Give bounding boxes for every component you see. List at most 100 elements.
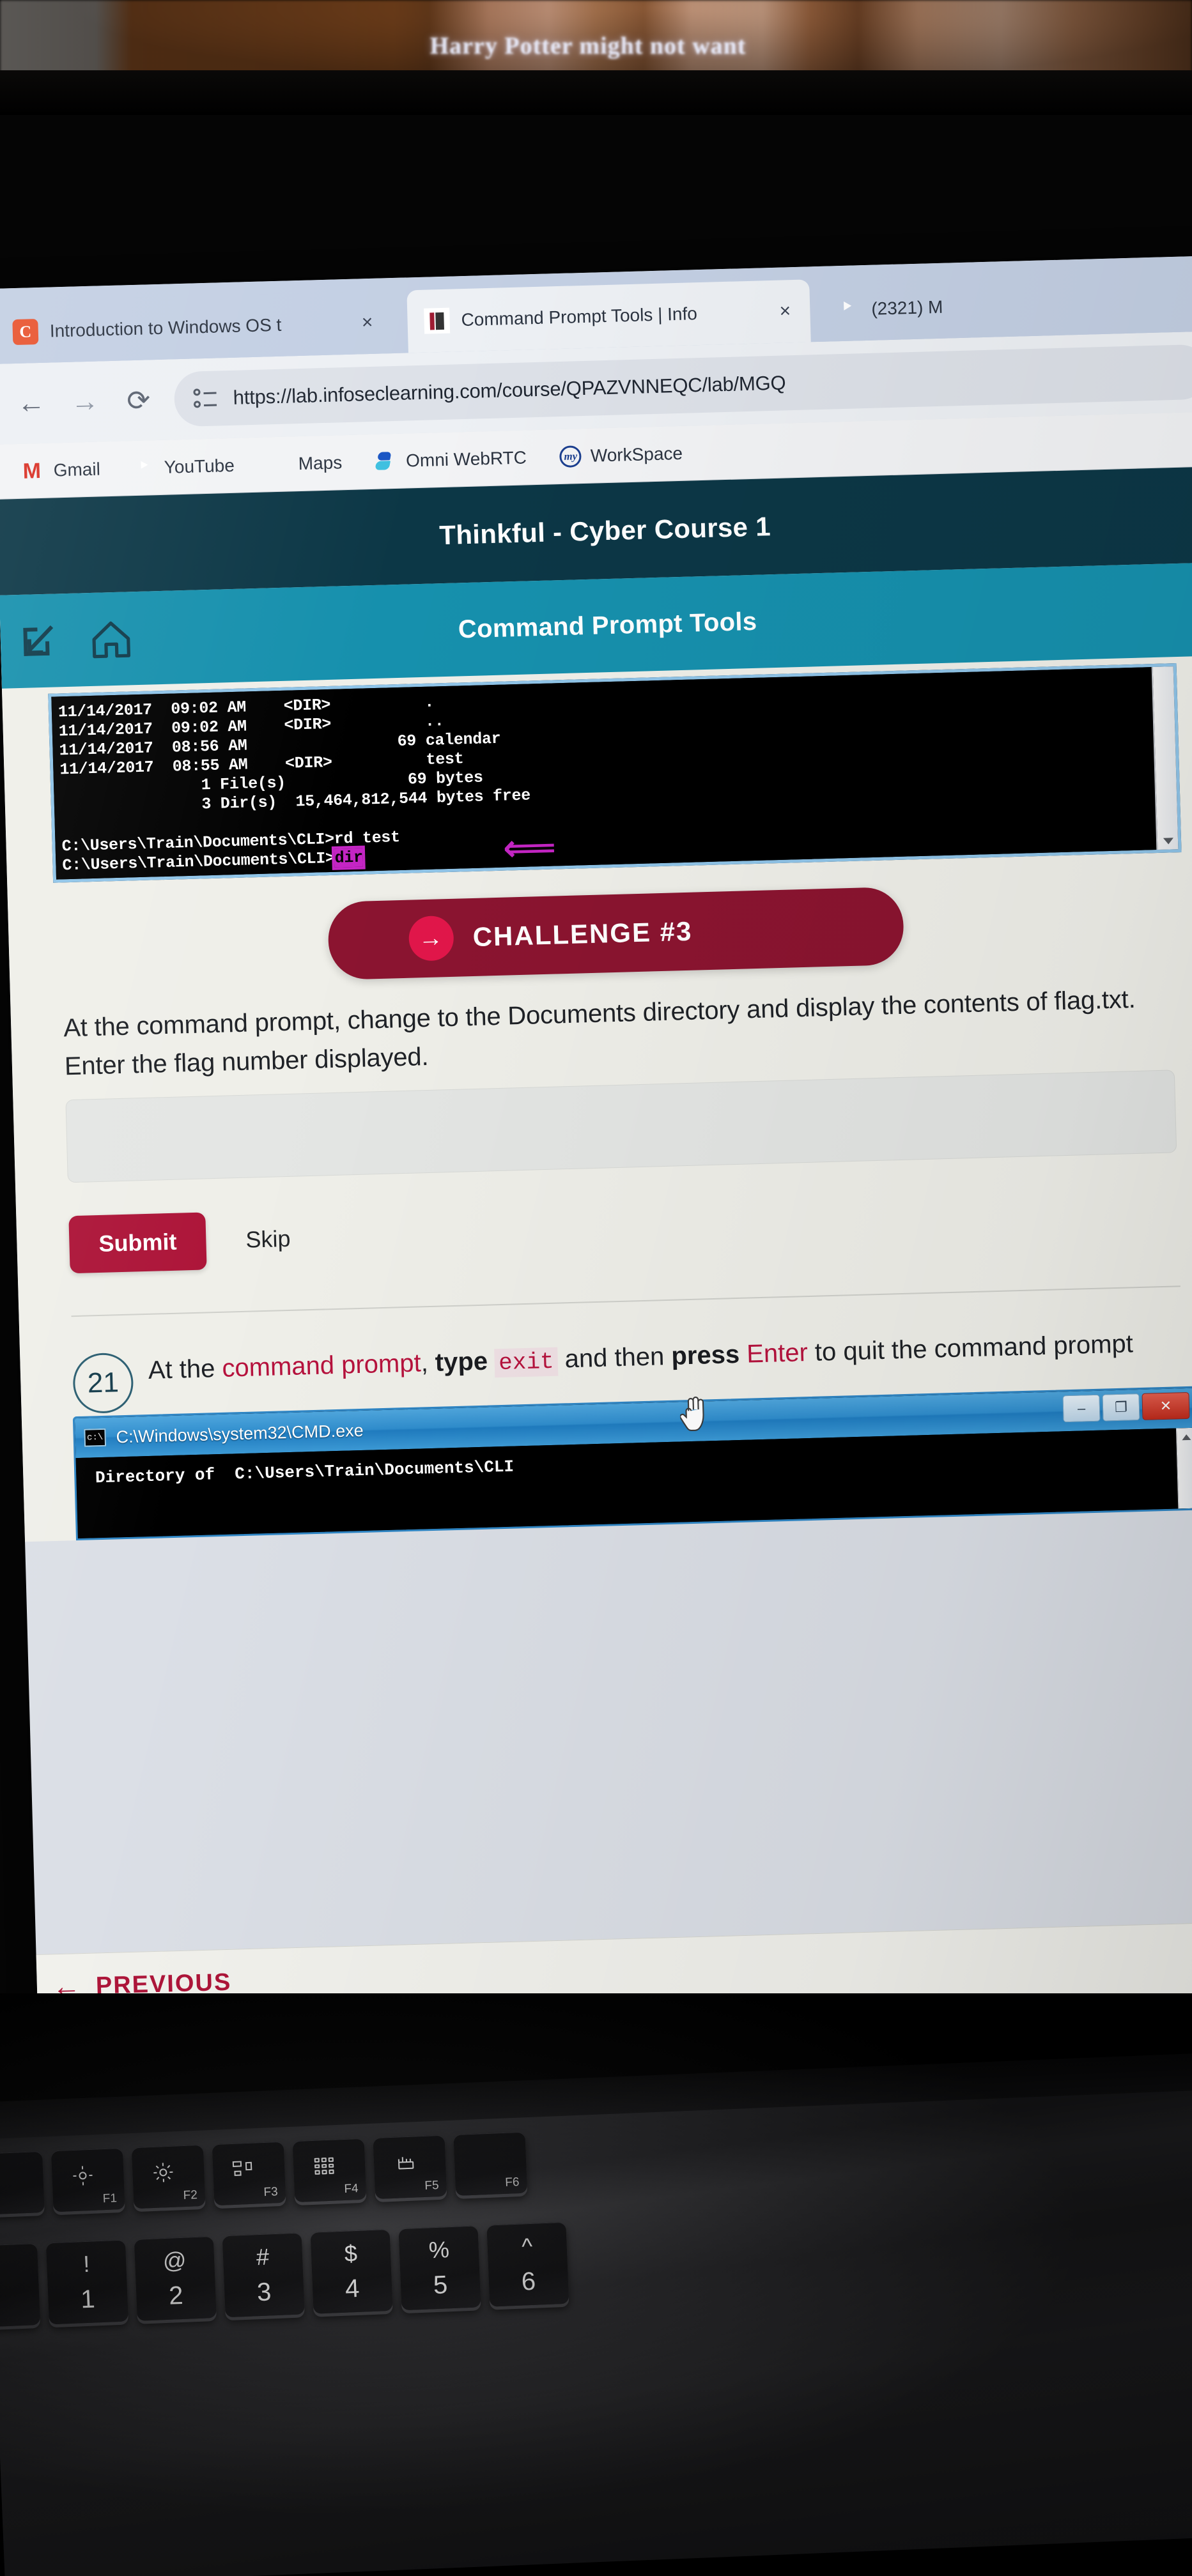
site-settings-icon[interactable]: [193, 386, 218, 411]
challenge-actions: Submit Skip: [68, 1186, 1179, 1274]
key-4-digit: 4: [344, 2274, 360, 2303]
key-4[interactable]: $ 4: [310, 2228, 393, 2314]
bookmark-workspace-label: WorkSpace: [590, 443, 683, 466]
cmd-minimize-button[interactable]: –: [1062, 1394, 1101, 1423]
brightness-up-icon: [153, 2163, 173, 2182]
mission-control-icon: [232, 2161, 255, 2178]
key-4-shift: $: [344, 2239, 358, 2267]
step-part-2: ,: [420, 1348, 436, 1377]
cmd-close-button[interactable]: ✕: [1142, 1392, 1190, 1420]
back-icon[interactable]: ←: [4, 376, 59, 431]
youtube-favicon-icon: [834, 296, 860, 323]
cmd-icon: c:\: [84, 1428, 107, 1447]
brightness-down-icon: [73, 2166, 93, 2186]
omni-webrtc-icon: [375, 450, 398, 472]
workspace-icon: my: [559, 445, 582, 468]
key-f6-label: F6: [504, 2175, 520, 2189]
scroll-down-icon[interactable]: [1163, 838, 1174, 845]
reload-icon[interactable]: ⟳: [111, 373, 166, 428]
terminal-lines: 11/14/2017 09:02 AM <DIR> . 11/14/2017 0…: [58, 693, 531, 856]
step-part-1: At the: [148, 1354, 223, 1384]
step-part-4: to quit the command prompt: [807, 1330, 1134, 1367]
browser-tab-3[interactable]: (2321) M: [817, 268, 1192, 342]
bookmark-omni-webrtc[interactable]: Omni WebRTC: [359, 446, 544, 473]
step-enter-key: Enter: [739, 1338, 809, 1368]
step-part-3: and then: [557, 1342, 672, 1374]
collapse-arrow-icon: [24, 622, 58, 656]
key-f4[interactable]: F4: [292, 2138, 367, 2203]
key-2[interactable]: @ 2: [134, 2235, 217, 2321]
step-bold-type: type: [435, 1347, 488, 1377]
key-1-shift: !: [82, 2250, 91, 2277]
address-bar-url: https://lab.infoseclearning.com/course/Q…: [233, 371, 786, 409]
cmd-output-line: Directory of C:\Users\Train\Documents\CL…: [85, 1457, 515, 1488]
infosec-favicon-icon: [424, 307, 451, 334]
collapse-icon[interactable]: [20, 619, 64, 663]
key-3-digit: 3: [256, 2277, 272, 2306]
google-maps-icon: [267, 453, 290, 475]
laptop-screen: C Introduction to Windows OS t × Command…: [0, 256, 1192, 2071]
cmd-maximize-button[interactable]: ❐: [1102, 1393, 1140, 1422]
step-instruction: At the command prompt, type exit and the…: [66, 1322, 1189, 1395]
key-f3-label: F3: [263, 2185, 279, 2200]
laptop-photo: Harry Potter might not want C Introducti…: [0, 0, 1192, 2576]
key-f2-label: F2: [183, 2188, 198, 2203]
submit-button[interactable]: Submit: [68, 1212, 207, 1274]
bookmark-maps[interactable]: Maps: [251, 451, 359, 476]
course-title: Thinkful - Cyber Course 1: [438, 511, 771, 551]
key-esc[interactable]: esc: [0, 2150, 45, 2216]
bookmark-youtube-label: YouTube: [164, 455, 235, 477]
step-code-exit: exit: [494, 1347, 559, 1378]
key-f6[interactable]: F6: [453, 2131, 528, 2196]
key-6[interactable]: ^ 6: [486, 2221, 569, 2307]
cmd-scrollbar[interactable]: [1175, 1427, 1192, 1509]
step-keyword-command-prompt: command prompt: [221, 1349, 422, 1383]
key-f2[interactable]: F2: [131, 2144, 206, 2209]
key-2-digit: 2: [168, 2281, 184, 2310]
browser-tab-1-title: Introduction to Windows OS t: [49, 314, 282, 341]
section-divider: [71, 1285, 1180, 1317]
key-1[interactable]: ! 1: [45, 2239, 128, 2325]
browser-tab-1[interactable]: C Introduction to Windows OS t ×: [0, 291, 393, 364]
key-3[interactable]: # 3: [222, 2232, 305, 2318]
browser-tab-2[interactable]: Command Prompt Tools | Info ×: [406, 279, 811, 353]
annotation-arrow-icon: ⟸: [502, 825, 557, 870]
canvas-favicon-icon: C: [12, 319, 39, 346]
close-tab-2-icon[interactable]: ×: [774, 300, 796, 323]
challenge-answer-input[interactable]: [65, 1070, 1177, 1183]
close-tab-1-icon[interactable]: ×: [356, 312, 378, 334]
bookmark-gmail[interactable]: M Gmail: [6, 457, 117, 484]
lab-header-icons: [20, 617, 133, 663]
browser-tab-2-title: Command Prompt Tools | Info: [461, 303, 698, 330]
key-f1[interactable]: F1: [50, 2147, 125, 2212]
key-tilde[interactable]: [0, 2243, 41, 2328]
cmd-window-buttons: – ❐ ✕: [1062, 1392, 1190, 1423]
home-icon[interactable]: [89, 617, 133, 661]
bookmark-youtube[interactable]: YouTube: [116, 454, 251, 480]
key-f5[interactable]: F5: [373, 2135, 447, 2200]
terminal-scrollbar[interactable]: [1151, 666, 1179, 850]
lab-title: Command Prompt Tools: [458, 607, 757, 643]
keyboard-backlight-icon: [396, 2156, 414, 2170]
key-1-digit: 1: [80, 2284, 96, 2313]
key-3-shift: #: [256, 2242, 270, 2270]
cmd-window-title: C:\Windows\system32\CMD.exe: [116, 1420, 364, 1446]
launchpad-icon: [314, 2157, 334, 2175]
skip-button[interactable]: Skip: [245, 1225, 291, 1254]
bookmark-omni-webrtc-label: Omni WebRTC: [405, 447, 527, 471]
key-f4-label: F4: [344, 2182, 359, 2196]
key-f3[interactable]: F3: [212, 2141, 286, 2206]
terminal-screenshot-top: 11/14/2017 09:02 AM <DIR> . 11/14/2017 0…: [48, 663, 1182, 883]
key-f1-label: F1: [102, 2191, 118, 2206]
youtube-icon: [133, 457, 155, 479]
laptop-base: esc F1 F2 F3 F4: [0, 1993, 1192, 2576]
challenge-prompt: At the command prompt, change to the Doc…: [63, 985, 1136, 1081]
challenge-button[interactable]: → CHALLENGE #3: [327, 886, 905, 981]
gmail-icon: M: [22, 458, 42, 484]
step-bold-press: press: [670, 1340, 740, 1370]
address-bar[interactable]: https://lab.infoseclearning.com/course/Q…: [173, 344, 1192, 427]
key-5[interactable]: % 5: [398, 2225, 481, 2311]
bookmark-workspace[interactable]: my WorkSpace: [543, 442, 699, 468]
forward-icon[interactable]: →: [58, 374, 112, 429]
bookmark-maps-label: Maps: [298, 452, 343, 473]
